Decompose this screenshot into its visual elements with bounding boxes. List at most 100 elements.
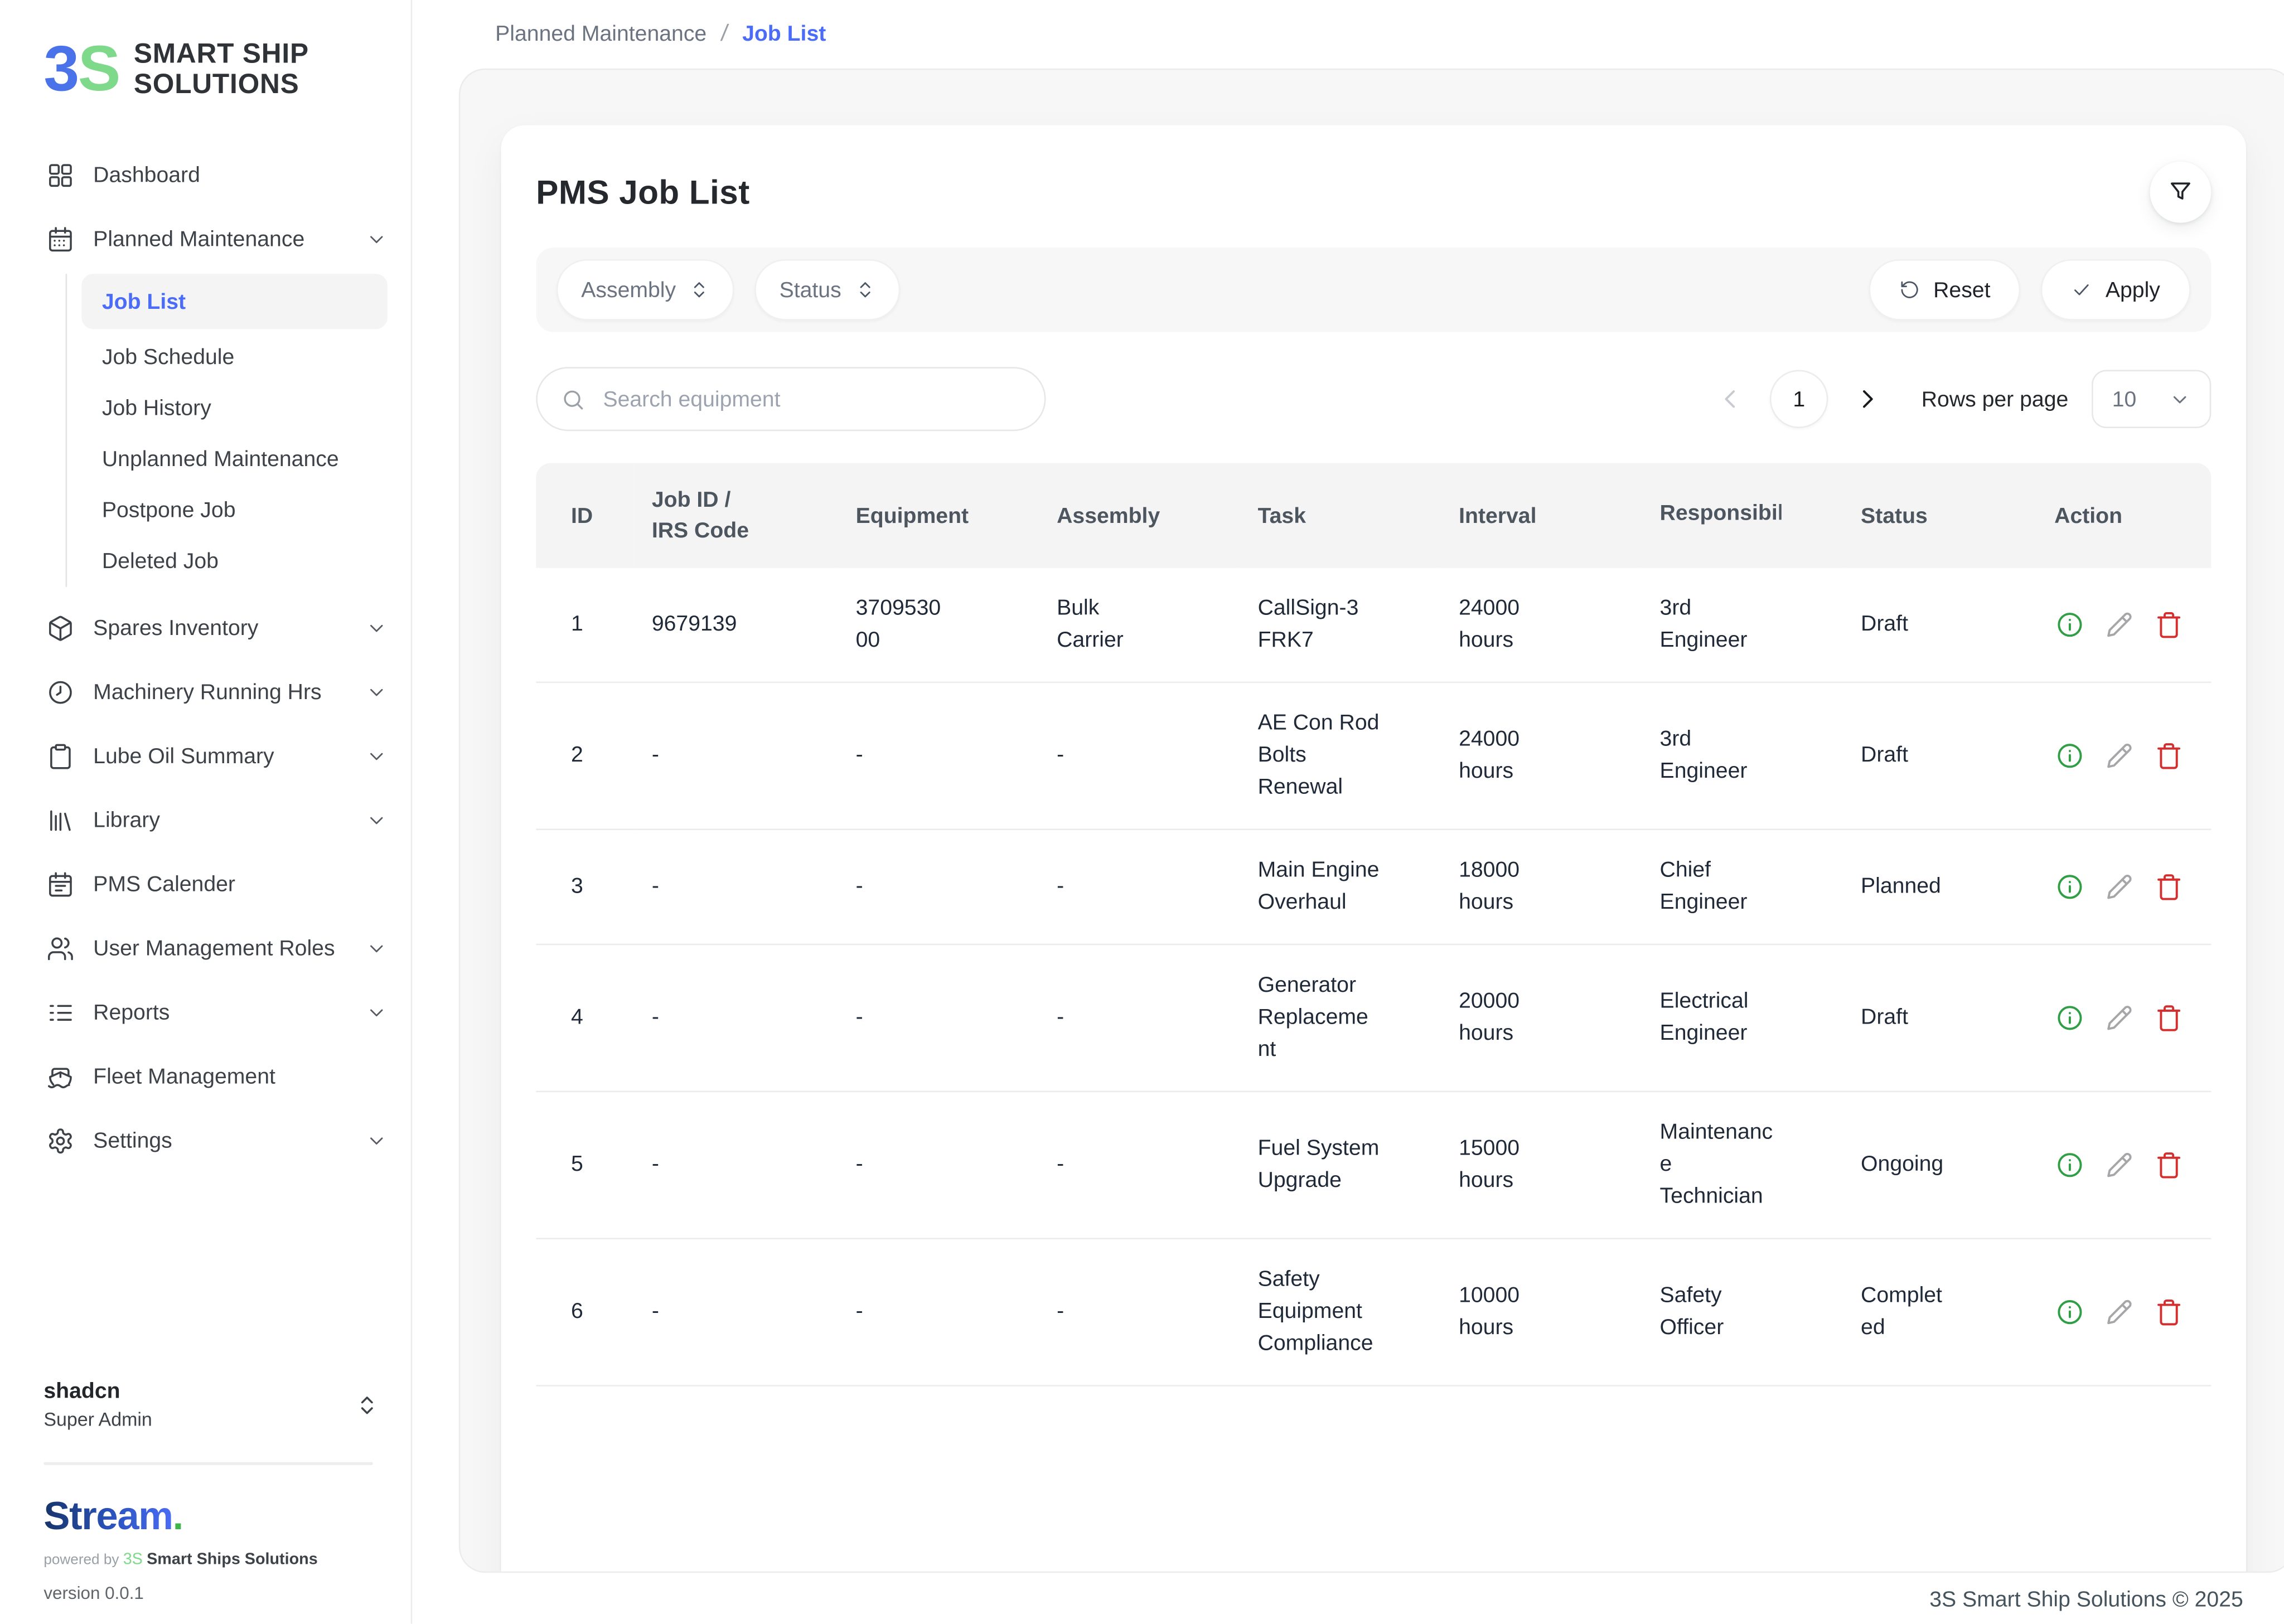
edit-button[interactable] (2104, 1150, 2135, 1180)
cell-job-id: - (634, 944, 838, 1092)
info-button[interactable] (2054, 1002, 2085, 1033)
sidebar-item-lube-oil-summary[interactable]: Lube Oil Summary (0, 724, 411, 788)
sidebar-item-label: Dashboard (93, 162, 388, 187)
apply-button[interactable]: Apply (2041, 259, 2191, 321)
chevron-left-icon (1717, 386, 1744, 412)
info-button[interactable] (2054, 609, 2085, 640)
delete-button[interactable] (2154, 871, 2184, 902)
cell-assembly: - (1039, 830, 1240, 944)
sidebar-item-planned-maintenance[interactable]: Planned Maintenance (0, 207, 411, 271)
table-row[interactable]: 6 - - - Safety Equipment Compliance 1000… (536, 1239, 2211, 1386)
sidebar-item-job-schedule[interactable]: Job Schedule (81, 332, 388, 383)
rotate-ccw-icon (1900, 280, 1920, 300)
delete-button[interactable] (2154, 740, 2184, 771)
cell-task: Generator Replacement (1240, 944, 1441, 1092)
cell-responsibility: Safety Officer (1642, 1239, 1843, 1386)
breadcrumb-current[interactable]: Job List (742, 22, 826, 46)
pencil-icon (2104, 1004, 2133, 1032)
stream-logo-dot: . (173, 1494, 184, 1538)
edit-button[interactable] (2104, 1297, 2135, 1327)
delete-button[interactable] (2154, 1150, 2184, 1180)
cell-id: 2 (536, 682, 634, 830)
table-row[interactable]: 1 9679139 370953000 Bulk Carrier CallSig… (536, 568, 2211, 682)
copyright-footer: 3S Smart Ship Solutions © 2025 (1929, 1587, 2243, 1612)
breadcrumb-parent[interactable]: Planned Maintenance (495, 22, 707, 46)
logo-3s-mark: 3S (43, 38, 119, 102)
sidebar-item-machinery-running-hrs[interactable]: Machinery Running Hrs (0, 660, 411, 724)
next-page-button[interactable] (1851, 383, 1883, 415)
chevron-down-icon (2169, 388, 2191, 410)
table-row[interactable]: 3 - - - Main Engine Overhaul 18000 hours… (536, 830, 2211, 944)
col-responsibility: Responsibility (1642, 463, 1843, 568)
info-icon (2055, 610, 2084, 639)
current-page-indicator[interactable]: 1 (1770, 370, 1828, 428)
chevron-down-icon (366, 681, 388, 702)
sidebar-item-pms-calender[interactable]: PMS Calender (0, 852, 411, 916)
cell-responsibility: Electrical Engineer (1642, 944, 1843, 1092)
status-filter-dropdown[interactable]: Status (754, 259, 899, 321)
page-title: PMS Job List (536, 173, 750, 212)
sidebar-item-settings[interactable]: Settings (0, 1108, 411, 1172)
trash-icon (2154, 1297, 2183, 1326)
cell-status: Completed (1843, 1239, 2037, 1386)
app-logo: 3S SMART SHIP SOLUTIONS (0, 38, 411, 102)
cell-responsibility: 3rd Engineer (1642, 568, 1843, 682)
sidebar-item-reports[interactable]: Reports (0, 980, 411, 1044)
sidebar-item-postpone-job[interactable]: Postpone Job (81, 485, 388, 536)
cell-equipment: - (838, 1092, 1039, 1239)
cell-assembly: - (1039, 1239, 1240, 1386)
user-menu[interactable]: shadcn Super Admin (0, 1379, 411, 1430)
sidebar-item-user-management-roles[interactable]: User Management Roles (0, 916, 411, 980)
info-button[interactable] (2054, 871, 2085, 902)
delete-button[interactable] (2154, 1297, 2184, 1327)
sidebar-item-job-history[interactable]: Job History (81, 383, 388, 434)
info-button[interactable] (2054, 1150, 2085, 1180)
info-button[interactable] (2054, 740, 2085, 771)
calendar-days-icon (47, 870, 75, 898)
sidebar: 3S SMART SHIP SOLUTIONS Dashboard Planne… (0, 0, 412, 1624)
search-equipment-box (536, 367, 1046, 431)
sidebar-divider (43, 1462, 372, 1465)
trash-icon (2154, 741, 2183, 770)
edit-button[interactable] (2104, 871, 2135, 902)
brand-name: SMART SHIP SOLUTIONS (134, 38, 309, 101)
table-row[interactable]: 2 - - - AE Con Rod Bolts Renewal 24000 h… (536, 682, 2211, 830)
prev-page-button[interactable] (1715, 383, 1746, 415)
assembly-filter-dropdown[interactable]: Assembly (557, 259, 734, 321)
cell-id: 6 (536, 1239, 634, 1386)
filter-button[interactable] (2150, 162, 2212, 223)
sidebar-item-spares-inventory[interactable]: Spares Inventory (0, 595, 411, 660)
cell-responsibility: 3rd Engineer (1642, 682, 1843, 830)
pencil-icon (2104, 741, 2133, 770)
sidebar-item-label: Planned Maintenance (93, 226, 347, 251)
main-content: Planned Maintenance / Job List PMS Job L… (412, 0, 2284, 1624)
search-icon (561, 387, 585, 411)
search-input[interactable] (600, 385, 1021, 413)
cell-status: Planned (1843, 830, 2037, 944)
filter-bar: Assembly Status Reset Apply (536, 248, 2211, 332)
table-row[interactable]: 5 - - - Fuel System Upgrade 15000 hours … (536, 1092, 2211, 1239)
table-row[interactable]: 4 - - - Generator Replacement 20000 hour… (536, 944, 2211, 1092)
trash-icon (2154, 1151, 2183, 1180)
chevron-down-icon (366, 617, 388, 638)
delete-button[interactable] (2154, 609, 2184, 640)
col-equipment: Equipment (838, 463, 1039, 568)
rows-per-page-select[interactable]: 10 (2092, 370, 2211, 428)
sidebar-item-fleet-management[interactable]: Fleet Management (0, 1044, 411, 1108)
delete-button[interactable] (2154, 1002, 2184, 1033)
funnel-icon (2167, 179, 2194, 205)
sidebar-item-unplanned-maintenance[interactable]: Unplanned Maintenance (81, 434, 388, 484)
sidebar-item-job-list[interactable]: Job List (81, 274, 388, 329)
sidebar-item-library[interactable]: Library (0, 788, 411, 852)
reset-button[interactable]: Reset (1869, 259, 2021, 321)
sidebar-item-deleted-job[interactable]: Deleted Job (81, 536, 388, 586)
cell-equipment: 370953000 (838, 568, 1039, 682)
sidebar-item-dashboard[interactable]: Dashboard (0, 143, 411, 207)
cell-id: 5 (536, 1092, 634, 1239)
edit-button[interactable] (2104, 609, 2135, 640)
cell-interval: 24000 hours (1441, 682, 1642, 830)
edit-button[interactable] (2104, 1002, 2135, 1033)
info-button[interactable] (2054, 1297, 2085, 1327)
cell-actions (2037, 1239, 2212, 1386)
edit-button[interactable] (2104, 740, 2135, 771)
